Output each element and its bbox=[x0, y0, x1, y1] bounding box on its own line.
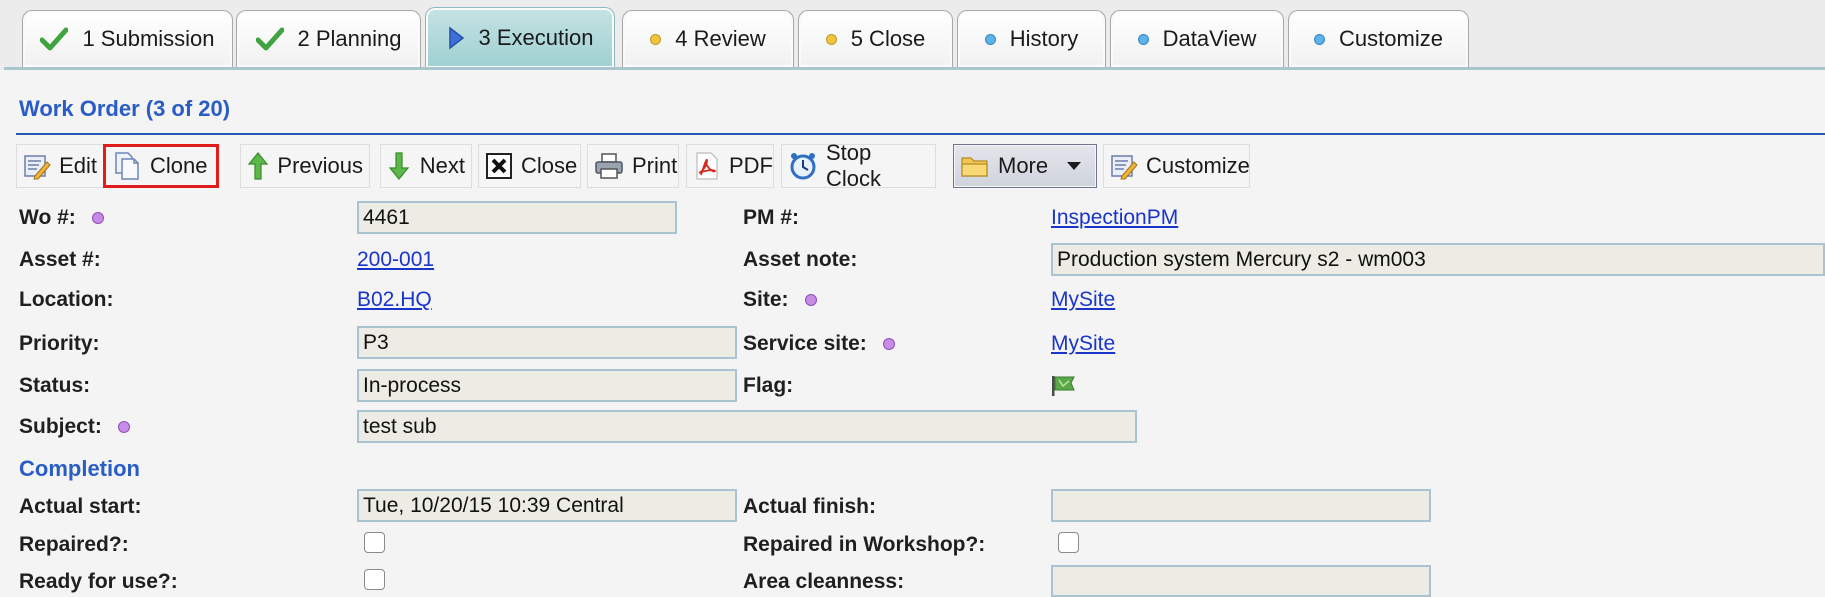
tab-label: 1 Submission bbox=[82, 26, 215, 51]
priority-label: Priority: bbox=[19, 332, 100, 355]
tab-submission[interactable]: 1 Submission bbox=[22, 10, 233, 67]
pm-number-link[interactable]: InspectionPM bbox=[1051, 206, 1178, 230]
blue-dot-icon bbox=[984, 33, 996, 45]
tab-bar: 1 Submission 2 Planning 3 Execution 4 Re… bbox=[0, 0, 1825, 70]
tab-label: DataView bbox=[1162, 26, 1257, 51]
check-icon bbox=[40, 27, 69, 51]
location-link[interactable]: B02.HQ bbox=[357, 288, 432, 312]
edit-button[interactable]: Edit bbox=[16, 144, 104, 188]
required-dot-icon bbox=[91, 212, 104, 224]
subject-field: test sub bbox=[357, 410, 1137, 443]
site-label: Site: bbox=[743, 288, 817, 312]
yellow-dot-icon bbox=[825, 33, 837, 45]
next-label: Next bbox=[419, 153, 465, 178]
check-icon bbox=[255, 27, 284, 51]
repaired-checkbox[interactable] bbox=[364, 532, 385, 553]
pdf-button[interactable]: PDF bbox=[686, 144, 774, 188]
printer-icon bbox=[594, 151, 624, 181]
edit-label: Edit bbox=[59, 153, 97, 178]
more-button[interactable]: More bbox=[953, 144, 1097, 188]
service-site-link[interactable]: MySite bbox=[1051, 332, 1115, 356]
area-cleanness-label: Area cleanness: bbox=[743, 570, 905, 593]
asset-number-link[interactable]: 200-001 bbox=[357, 248, 434, 272]
alarm-clock-icon bbox=[788, 151, 818, 181]
tab-label: Customize bbox=[1339, 26, 1443, 51]
subject-label: Subject: bbox=[19, 415, 130, 439]
stop-clock-button[interactable]: Stop Clock bbox=[781, 140, 936, 191]
arrow-up-icon bbox=[247, 151, 269, 181]
blue-dot-icon bbox=[1314, 33, 1326, 45]
title-divider bbox=[16, 133, 1825, 135]
close-button[interactable]: Close bbox=[478, 144, 581, 188]
folder-icon bbox=[960, 151, 990, 181]
required-dot-icon bbox=[117, 421, 130, 433]
tab-execution[interactable]: 3 Execution bbox=[425, 7, 615, 68]
site-link[interactable]: MySite bbox=[1051, 288, 1115, 312]
flag-label: Flag: bbox=[743, 374, 794, 397]
print-label: Print bbox=[632, 153, 678, 178]
location-label: Location: bbox=[19, 288, 114, 311]
edit-icon bbox=[23, 151, 51, 181]
clone-button[interactable]: Clone bbox=[103, 144, 219, 188]
more-label: More bbox=[998, 153, 1049, 178]
tab-customize[interactable]: Customize bbox=[1288, 10, 1469, 67]
print-button[interactable]: Print bbox=[587, 144, 679, 188]
tab-label: 3 Execution bbox=[478, 25, 594, 50]
flag-icon bbox=[1051, 373, 1077, 402]
previous-button[interactable]: Previous bbox=[240, 144, 370, 188]
page-title: Work Order (3 of 20) bbox=[19, 96, 231, 121]
status-label: Status: bbox=[19, 374, 91, 397]
completion-title: Completion bbox=[19, 456, 140, 481]
pdf-icon bbox=[693, 151, 721, 181]
tab-close[interactable]: 5 Close bbox=[798, 10, 953, 67]
status-field: In-process bbox=[357, 369, 737, 402]
asset-number-label: Asset #: bbox=[19, 248, 101, 271]
tab-label: 5 Close bbox=[850, 26, 926, 51]
yellow-dot-icon bbox=[650, 33, 662, 45]
tab-review[interactable]: 4 Review bbox=[622, 10, 794, 67]
repaired-workshop-checkbox[interactable] bbox=[1058, 532, 1079, 553]
repaired-label: Repaired?: bbox=[19, 533, 129, 556]
priority-field: P3 bbox=[357, 326, 737, 359]
tab-label: 4 Review bbox=[675, 26, 766, 51]
service-site-label: Service site: bbox=[743, 332, 895, 356]
tab-history[interactable]: History bbox=[957, 10, 1106, 67]
customize-button[interactable]: Customize bbox=[1103, 144, 1250, 188]
tab-underline bbox=[4, 67, 1825, 70]
required-dot-icon bbox=[882, 338, 895, 350]
close-icon bbox=[485, 151, 513, 181]
customize-icon bbox=[1110, 151, 1138, 181]
arrow-down-icon bbox=[387, 151, 412, 181]
pdf-label: PDF bbox=[729, 153, 773, 178]
actual-finish-field bbox=[1051, 489, 1431, 522]
asset-note-field: Production system Mercury s2 - wm003 bbox=[1051, 243, 1825, 276]
tab-dataview[interactable]: DataView bbox=[1110, 10, 1284, 67]
customize-label: Customize bbox=[1146, 153, 1250, 178]
clone-icon bbox=[112, 151, 142, 181]
actual-start-label: Actual start: bbox=[19, 495, 142, 518]
previous-label: Previous bbox=[277, 153, 363, 178]
blue-dot-icon bbox=[1137, 33, 1149, 45]
tab-planning[interactable]: 2 Planning bbox=[236, 10, 421, 67]
required-dot-icon bbox=[804, 294, 817, 306]
area-cleanness-field bbox=[1051, 565, 1431, 597]
stop-clock-label: Stop Clock bbox=[826, 140, 882, 191]
pm-number-label: PM #: bbox=[743, 206, 800, 229]
wo-number-label: Wo #: bbox=[19, 206, 104, 230]
ready-for-use-label: Ready for use?: bbox=[19, 570, 178, 593]
ready-for-use-checkbox[interactable] bbox=[364, 569, 385, 590]
asset-note-label: Asset note: bbox=[743, 248, 858, 271]
play-arrow-icon bbox=[447, 26, 465, 50]
next-button[interactable]: Next bbox=[380, 144, 472, 188]
tab-label: History bbox=[1009, 26, 1079, 51]
clone-label: Clone bbox=[150, 153, 208, 178]
wo-number-field: 4461 bbox=[357, 201, 677, 234]
repaired-workshop-label: Repaired in Workshop?: bbox=[743, 533, 986, 556]
caret-down-icon bbox=[1066, 161, 1082, 171]
actual-start-field: Tue, 10/20/15 10:39 Central bbox=[357, 489, 737, 522]
actual-finish-label: Actual finish: bbox=[743, 495, 877, 518]
close-label: Close bbox=[521, 153, 578, 178]
tab-label: 2 Planning bbox=[297, 26, 402, 51]
